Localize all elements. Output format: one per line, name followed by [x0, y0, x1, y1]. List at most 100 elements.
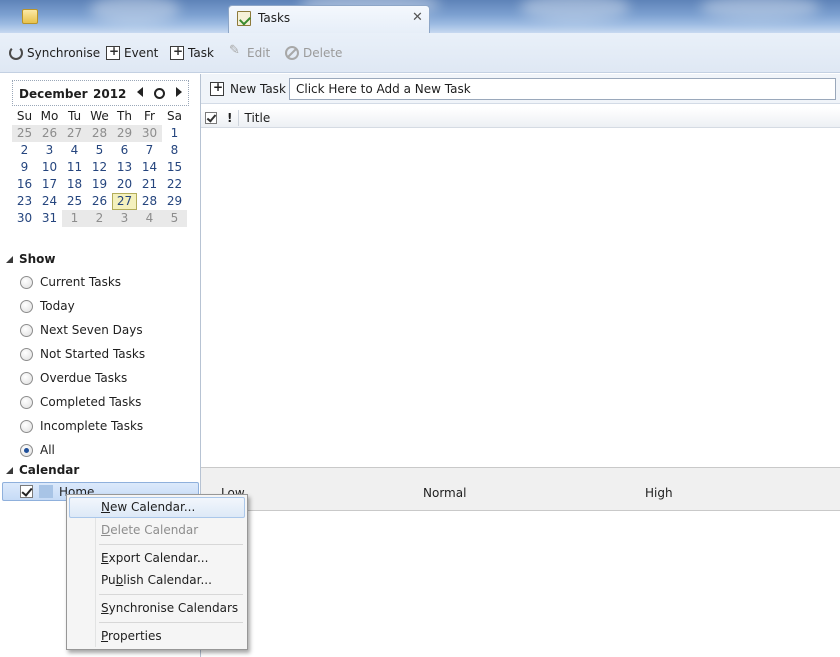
calendar-day[interactable]: 1: [162, 125, 187, 142]
radio-button[interactable]: [20, 443, 33, 457]
menu-item-label: Export Calendar...: [101, 551, 209, 565]
calendar-day[interactable]: 22: [162, 176, 187, 193]
menu-item-delete-calendar[interactable]: Delete Calendar: [69, 520, 245, 541]
calendar-day[interactable]: 3: [112, 210, 137, 227]
calendar-day[interactable]: 1: [62, 210, 87, 227]
calendar-day[interactable]: 28: [137, 193, 162, 210]
calendar-day[interactable]: 19: [87, 176, 112, 193]
menu-item-synchronise-calendars[interactable]: Synchronise Calendars: [69, 598, 245, 619]
calendar-day[interactable]: 18: [62, 176, 87, 193]
title-column-header[interactable]: Title: [244, 111, 270, 125]
calendar-day[interactable]: 21: [137, 176, 162, 193]
calendar-day[interactable]: 16: [12, 176, 37, 193]
calendar-day[interactable]: 17: [37, 176, 62, 193]
calendar-day[interactable]: 30: [12, 210, 37, 227]
calendar-day[interactable]: 4: [62, 142, 87, 159]
next-month-icon[interactable]: [176, 87, 182, 97]
today-circle-icon[interactable]: [154, 88, 165, 99]
calendar-day[interactable]: 29: [162, 193, 187, 210]
calendar-context-menu: New Calendar... Delete Calendar Export C…: [66, 494, 248, 650]
filter-label: Overdue Tasks: [40, 371, 128, 385]
filter-option[interactable]: Overdue Tasks: [20, 366, 145, 390]
new-task-input[interactable]: [289, 78, 836, 100]
radio-button[interactable]: [20, 371, 33, 385]
calendar-day[interactable]: 5: [162, 210, 187, 227]
month-label[interactable]: December: [19, 87, 88, 101]
collapse-triangle-icon[interactable]: [6, 466, 13, 474]
new-event-button[interactable]: Event: [106, 44, 158, 62]
calendar-day[interactable]: 9: [12, 159, 37, 176]
calendar-day[interactable]: 2: [87, 210, 112, 227]
calendar-day[interactable]: 11: [62, 159, 87, 176]
filter-option[interactable]: Completed Tasks: [20, 390, 145, 414]
calendar-day[interactable]: 23: [12, 193, 37, 210]
add-task-icon: [170, 44, 184, 60]
show-section-title: Show: [19, 252, 56, 266]
priority-column-icon[interactable]: !: [227, 111, 232, 125]
edit-label: Edit: [247, 46, 271, 60]
filter-label: Completed Tasks: [40, 395, 142, 409]
calendar-day[interactable]: 30: [137, 125, 162, 142]
calendar-day[interactable]: 25: [12, 125, 37, 142]
synchronise-button[interactable]: Synchronise: [9, 44, 100, 62]
calendar-enabled-checkbox[interactable]: [20, 485, 33, 498]
calendar-day[interactable]: 14: [137, 159, 162, 176]
calendar-day[interactable]: 13: [112, 159, 137, 176]
priority-high[interactable]: High: [645, 486, 673, 500]
close-icon[interactable]: ✕: [412, 10, 423, 25]
delete-button[interactable]: Delete: [285, 44, 342, 62]
menu-item-publish-calendar[interactable]: Publish Calendar...: [69, 570, 245, 591]
show-section-header[interactable]: Show: [6, 252, 56, 266]
calendar-day[interactable]: 10: [37, 159, 62, 176]
calendar-day[interactable]: 6: [112, 142, 137, 159]
calendar-day[interactable]: 25: [62, 193, 87, 210]
edit-button[interactable]: Edit: [229, 43, 271, 62]
priority-normal[interactable]: Normal: [423, 486, 466, 500]
previous-month-icon[interactable]: [137, 87, 143, 97]
new-task-toolbar-button[interactable]: Task: [170, 44, 214, 62]
collapse-triangle-icon[interactable]: [6, 255, 13, 263]
calendar-day[interactable]: 12: [87, 159, 112, 176]
calendar-day[interactable]: 4: [137, 210, 162, 227]
calendar-day[interactable]: 2: [12, 142, 37, 159]
calendar-day[interactable]: 28: [87, 125, 112, 142]
radio-button[interactable]: [20, 395, 33, 409]
calendar-day[interactable]: 20: [112, 176, 137, 193]
menu-item-properties[interactable]: Properties: [69, 626, 245, 647]
completed-column-checkbox-icon[interactable]: [205, 111, 217, 124]
radio-button[interactable]: [20, 347, 33, 361]
filter-option[interactable]: Current Tasks: [20, 270, 145, 294]
column-divider[interactable]: [238, 109, 240, 126]
calendar-day[interactable]: 26: [87, 193, 112, 210]
day-of-week-label: Su: [16, 109, 33, 123]
calendar-day[interactable]: 24: [37, 193, 62, 210]
calendar-day[interactable]: 3: [37, 142, 62, 159]
tab-tasks[interactable]: Tasks ✕: [228, 5, 430, 33]
calendar-day-today[interactable]: 27: [112, 193, 137, 210]
menu-item-export-calendar[interactable]: Export Calendar...: [69, 548, 245, 569]
filter-option[interactable]: Today: [20, 294, 145, 318]
filter-option[interactable]: Incomplete Tasks: [20, 414, 145, 438]
menu-item-new-calendar[interactable]: New Calendar...: [69, 497, 245, 518]
filter-option[interactable]: Not Started Tasks: [20, 342, 145, 366]
calendar-day[interactable]: 29: [112, 125, 137, 142]
calendar-day[interactable]: 27: [62, 125, 87, 142]
folder-tab-icon[interactable]: [22, 9, 38, 24]
task-label: Task: [188, 46, 214, 60]
calendar-day[interactable]: 5: [87, 142, 112, 159]
calendar-day[interactable]: 15: [162, 159, 187, 176]
calendar-day[interactable]: 7: [137, 142, 162, 159]
calendar-day[interactable]: 8: [162, 142, 187, 159]
year-label[interactable]: 2012: [93, 87, 126, 101]
radio-button[interactable]: [20, 419, 33, 433]
radio-button[interactable]: [20, 299, 33, 313]
calendar-day[interactable]: 31: [37, 210, 62, 227]
radio-button[interactable]: [20, 323, 33, 337]
radio-button[interactable]: [20, 275, 33, 289]
task-list[interactable]: [201, 129, 840, 467]
new-task-button[interactable]: New Task: [210, 80, 286, 96]
filter-option[interactable]: All: [20, 438, 145, 462]
filter-option[interactable]: Next Seven Days: [20, 318, 145, 342]
calendar-section-header[interactable]: Calendar: [6, 463, 79, 477]
calendar-day[interactable]: 26: [37, 125, 62, 142]
